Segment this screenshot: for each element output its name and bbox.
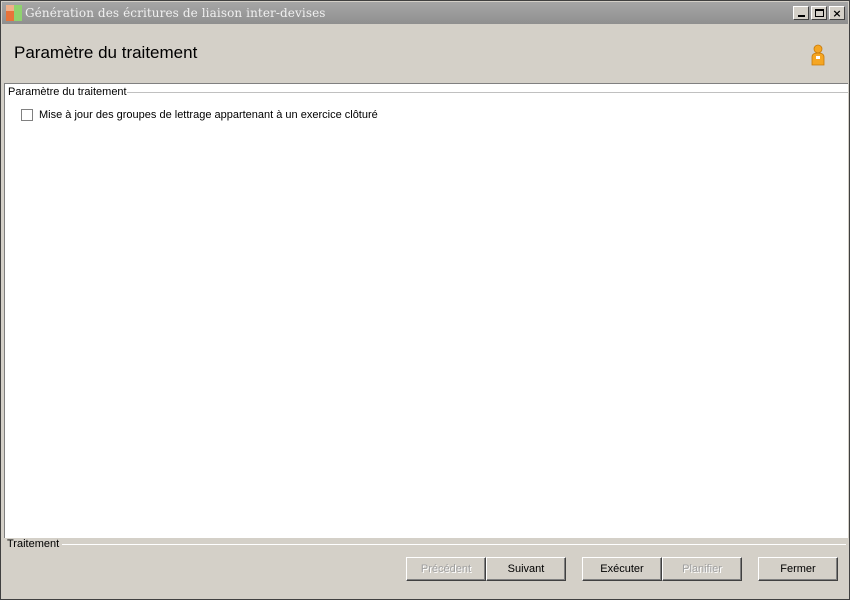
minimize-button[interactable] bbox=[793, 6, 809, 20]
maximize-icon bbox=[814, 9, 824, 17]
page-header: Paramètre du traitement bbox=[2, 24, 848, 84]
execute-button[interactable]: Exécuter bbox=[582, 557, 662, 581]
update-lettering-groups-option[interactable]: Mise à jour des groupes de lettrage appa… bbox=[21, 109, 378, 121]
group-divider bbox=[127, 92, 848, 93]
footer-divider bbox=[62, 544, 846, 545]
maximize-button[interactable] bbox=[811, 6, 827, 20]
window-title: Génération des écritures de liaison inte… bbox=[25, 6, 326, 20]
title-bar[interactable]: Génération des écritures de liaison inte… bbox=[2, 2, 848, 24]
previous-button[interactable]: Précédent bbox=[406, 557, 486, 581]
update-lettering-groups-checkbox[interactable] bbox=[21, 109, 33, 121]
processing-group-legend: Traitement bbox=[7, 538, 62, 550]
update-lettering-groups-label[interactable]: Mise à jour des groupes de lettrage appa… bbox=[39, 109, 378, 121]
parameters-panel: Paramètre du traitement Mise à jour des … bbox=[4, 83, 848, 538]
parameters-group-legend: Paramètre du traitement bbox=[8, 86, 129, 98]
close-window-button[interactable]: × bbox=[829, 6, 845, 20]
close-icon: × bbox=[832, 6, 842, 20]
schedule-button[interactable]: Planifier bbox=[662, 557, 742, 581]
app-window: Génération des écritures de liaison inte… bbox=[0, 0, 850, 600]
app-logo-icon bbox=[6, 5, 22, 21]
close-button[interactable]: Fermer bbox=[758, 557, 838, 581]
minimize-icon bbox=[797, 15, 805, 17]
person-icon bbox=[811, 44, 825, 66]
next-button[interactable]: Suivant bbox=[486, 557, 566, 581]
processing-footer: Traitement Précédent Suivant Exécuter Pl… bbox=[2, 538, 848, 598]
page-title: Paramètre du traitement bbox=[14, 43, 198, 62]
window-controls: × bbox=[793, 6, 845, 20]
